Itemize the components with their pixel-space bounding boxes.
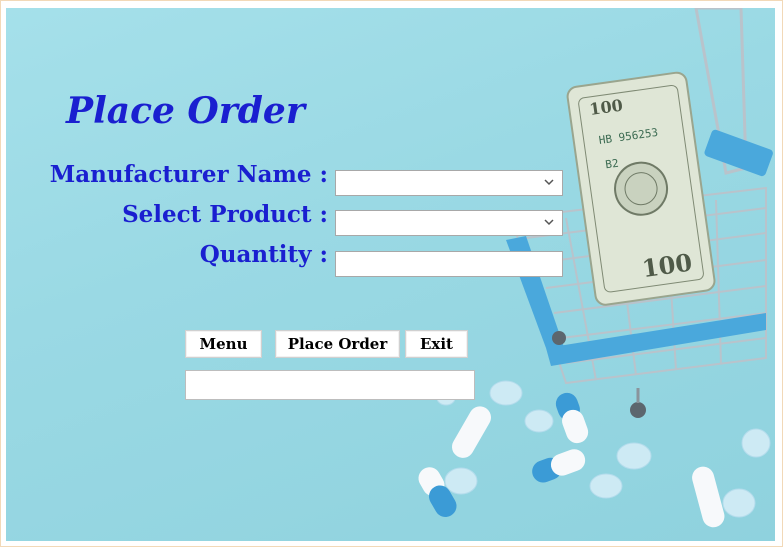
product-select[interactable] [335,210,563,236]
manufacturer-label: Manufacturer Name : [49,161,328,188]
chevron-down-icon [544,179,554,186]
status-field[interactable] [185,370,475,400]
exit-button[interactable]: Exit [405,330,468,358]
quantity-input[interactable] [335,251,563,277]
svg-text:100: 100 [640,247,694,283]
chevron-down-icon [544,219,554,226]
page-title: Place Order [66,90,305,132]
manufacturer-select[interactable] [335,170,563,196]
quantity-label: Quantity : [199,241,328,268]
product-label: Select Product : [122,201,328,228]
svg-text:100: 100 [588,96,624,119]
menu-button[interactable]: Menu [185,330,262,358]
svg-text:B2: B2 [604,157,619,172]
pills-decoration [418,380,771,528]
window-frame: 100 HB 956253 B2 100 Place Order Manufac… [0,0,783,547]
order-panel: 100 HB 956253 B2 100 Place Order Manufac… [6,8,775,541]
place-order-button[interactable]: Place Order [275,330,400,358]
banknote-graphic: 100 HB 956253 B2 100 [566,71,716,306]
svg-text:HB 956253: HB 956253 [598,126,659,147]
